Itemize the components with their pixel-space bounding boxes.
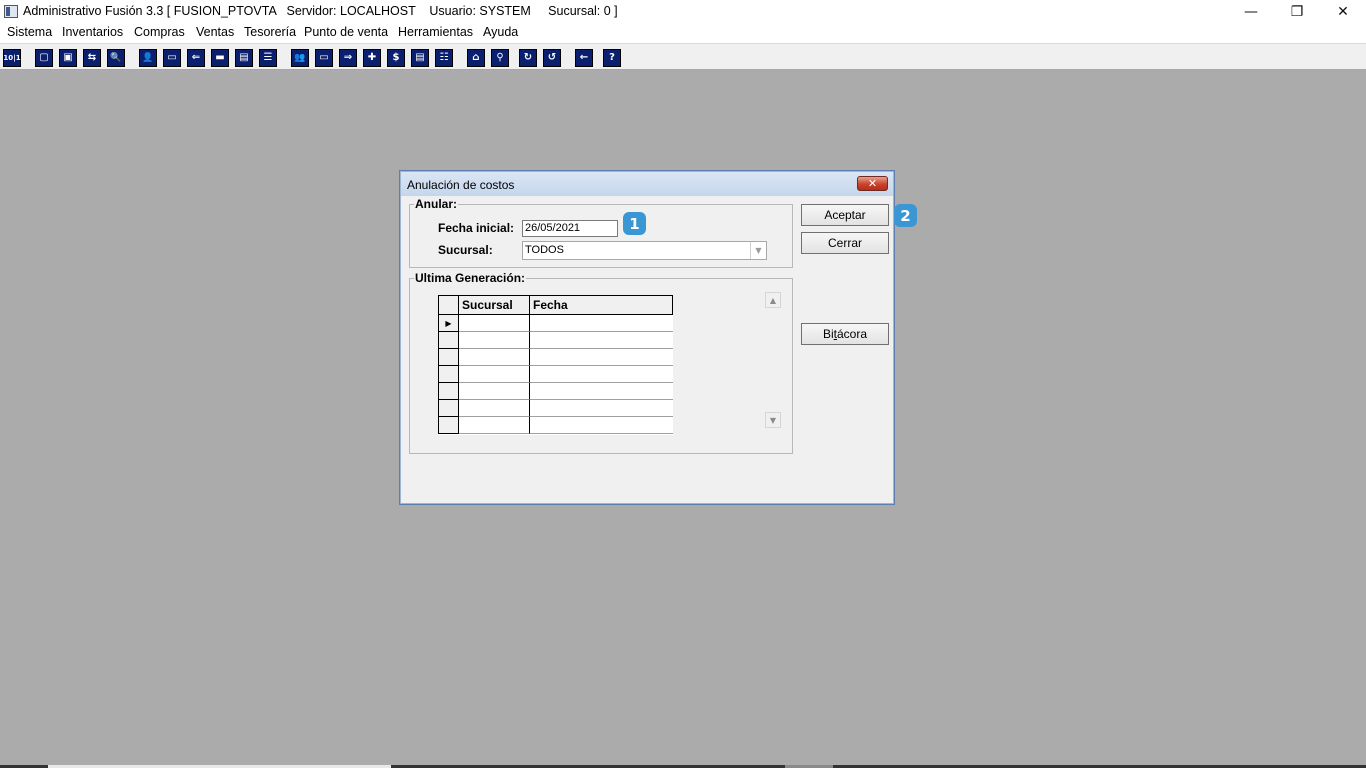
app-icon — [4, 5, 18, 18]
transfer-icon[interactable]: ⇆ — [83, 49, 101, 67]
sucursal-select-value: TODOS — [525, 244, 564, 256]
table-row[interactable] — [438, 383, 673, 400]
anular-group-label: Anular: — [414, 197, 458, 211]
callout-badge-2: 2 — [894, 204, 917, 227]
scroll-down-icon[interactable]: ▼ — [765, 412, 781, 428]
dialog-title-bar[interactable]: Anulación de costos ✕ — [401, 172, 893, 196]
import-icon[interactable]: ⇐ — [187, 49, 205, 67]
document-icon[interactable]: ▤ — [235, 49, 253, 67]
refresh-icon[interactable]: ↻ — [519, 49, 537, 67]
tree-list-icon[interactable]: ☷ — [435, 49, 453, 67]
grid-vertical-scrollbar[interactable]: ▲ ▼ — [765, 292, 781, 428]
chevron-down-icon[interactable]: ▼ — [750, 242, 766, 259]
current-row-indicator: ▶ — [438, 315, 459, 332]
bitacora-button[interactable]: Bi t ácora — [801, 323, 889, 345]
menu-ventas[interactable]: Ventas — [196, 25, 234, 39]
close-button[interactable]: ✕ — [1320, 0, 1366, 24]
minimize-button[interactable]: — — [1228, 0, 1274, 24]
zoom-icon[interactable]: ⚲ — [491, 49, 509, 67]
home-icon[interactable]: ⌂ — [467, 49, 485, 67]
anulacion-dialog: Anulación de costos ✕ Anular: Fecha inic… — [399, 170, 895, 505]
menu-compras[interactable]: Compras — [134, 25, 185, 39]
callout-badge-1: 1 — [623, 212, 646, 235]
menu-ayuda[interactable]: Ayuda — [483, 25, 518, 39]
user-icon[interactable]: 👤 — [139, 49, 157, 67]
table-row[interactable]: ▶ — [438, 315, 673, 332]
window-title: Administrativo Fusión 3.3 [ FUSION_PTOVT… — [23, 4, 618, 18]
dialog-title: Anulación de costos — [407, 178, 515, 192]
fecha-inicial-field[interactable]: 26/05/2021 — [522, 220, 618, 237]
people-icon[interactable]: 👥 — [291, 49, 309, 67]
column-header-sucursal[interactable]: Sucursal — [459, 295, 530, 315]
table-row[interactable] — [438, 400, 673, 417]
help-icon[interactable]: ? — [603, 49, 621, 67]
paste-icon[interactable]: ▣ — [59, 49, 77, 67]
table-row[interactable] — [438, 349, 673, 366]
generacion-grid[interactable]: Sucursal Fecha ▶ — [438, 295, 673, 435]
add-icon[interactable]: ✚ — [363, 49, 381, 67]
print-icon[interactable]: ▬ — [211, 49, 229, 67]
sucursal-select[interactable]: TODOS ▼ — [522, 241, 767, 260]
export-icon[interactable]: ⇒ — [339, 49, 357, 67]
copy-icon[interactable]: ▢ — [35, 49, 53, 67]
back-icon[interactable]: ← — [575, 49, 593, 67]
undo-icon[interactable]: ↺ — [543, 49, 561, 67]
anular-group: Anular: Fecha inicial: 26/05/2021 Sucurs… — [409, 197, 793, 268]
menu-tesoreria[interactable]: Tesorería — [244, 25, 296, 39]
menu-inventarios[interactable]: Inventarios — [62, 25, 123, 39]
menu-herramientas[interactable]: Herramientas — [398, 25, 473, 39]
dialog-close-button[interactable]: ✕ — [857, 176, 888, 191]
money-icon[interactable]: $ — [387, 49, 405, 67]
grid-corner — [438, 295, 459, 315]
scroll-up-icon[interactable]: ▲ — [765, 292, 781, 308]
ultima-generacion-label: Ultima Generación: — [414, 271, 527, 285]
menu-punto-de-venta[interactable]: Punto de venta — [304, 25, 388, 39]
menu-sistema[interactable]: Sistema — [7, 25, 52, 39]
fecha-inicial-label: Fecha inicial: — [438, 221, 515, 235]
folder-icon[interactable]: ▭ — [163, 49, 181, 67]
restore-button[interactable]: ❐ — [1274, 0, 1320, 24]
aceptar-button[interactable]: Aceptar — [801, 204, 889, 226]
menu-bar: Sistema Inventarios Compras Ventas Tesor… — [0, 24, 1366, 43]
calculator-icon[interactable]: 10|1 — [3, 49, 21, 67]
open-folder-icon[interactable]: ▭ — [315, 49, 333, 67]
cerrar-button[interactable]: Cerrar — [801, 232, 889, 254]
table-row[interactable] — [438, 366, 673, 383]
search-doc-icon[interactable]: 🔍 — [107, 49, 125, 67]
toolbar: 10|1 ▢ ▣ ⇆ 🔍 👤 ▭ ⇐ ▬ ▤ ☰ 👥 ▭ ⇒ ✚ $ ▤ ☷ ⌂… — [0, 43, 1366, 70]
title-bar: Administrativo Fusión 3.3 [ FUSION_PTOVT… — [0, 0, 1366, 24]
list-icon[interactable]: ☰ — [259, 49, 277, 67]
table-row[interactable] — [438, 332, 673, 349]
sucursal-label: Sucursal: — [438, 243, 493, 257]
dialog-body: Anular: Fecha inicial: 26/05/2021 Sucurs… — [404, 197, 892, 502]
report-icon[interactable]: ▤ — [411, 49, 429, 67]
table-row[interactable] — [438, 417, 673, 434]
column-header-fecha[interactable]: Fecha — [530, 295, 673, 315]
